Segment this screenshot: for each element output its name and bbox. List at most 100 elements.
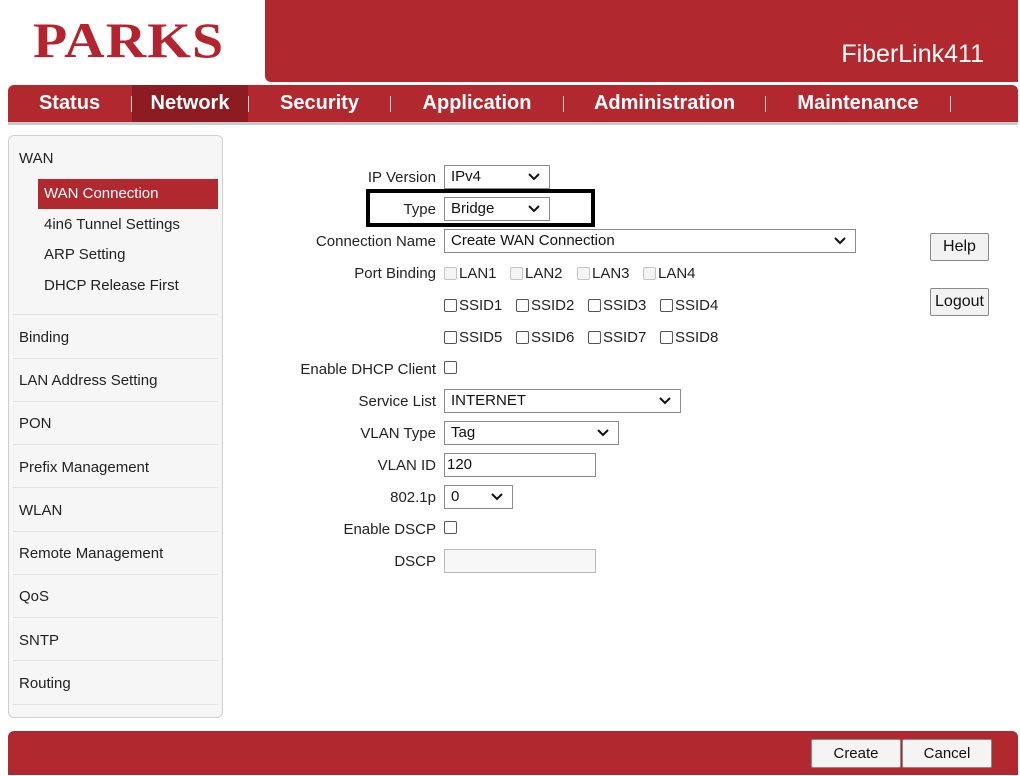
type-highlight-box	[366, 189, 595, 227]
cancel-button[interactable]: Cancel	[902, 739, 992, 768]
checkbox-box	[444, 521, 457, 534]
header-banner: FiberLink411	[265, 0, 1018, 82]
help-button[interactable]: Help	[930, 233, 989, 261]
checkbox-box	[588, 299, 601, 312]
checkbox-box	[660, 299, 673, 312]
chevron-down-icon	[834, 237, 846, 245]
sidebar-item-pon[interactable]: PON	[19, 415, 52, 432]
connection-name-select[interactable]: Create WAN Connection	[444, 229, 856, 253]
lan3-label: LAN3	[592, 265, 630, 282]
nav-separator	[950, 95, 951, 112]
tab-application[interactable]: Application	[391, 85, 563, 122]
checkbox-box	[444, 267, 457, 280]
vlan-id-label: VLAN ID	[377, 457, 436, 474]
lan3-checkbox[interactable]: LAN3	[577, 265, 630, 282]
checkbox-box	[444, 299, 457, 312]
logout-button[interactable]: Logout	[930, 288, 989, 316]
checkbox-box	[643, 267, 656, 280]
sidebar-divider	[13, 660, 218, 661]
sidebar-item-wan[interactable]: WAN	[19, 150, 53, 167]
sidebar-divider	[13, 487, 218, 488]
sidebar-divider	[13, 704, 218, 705]
connection-name-label: Connection Name	[315, 233, 436, 250]
lan1-label: LAN1	[459, 265, 497, 282]
dot1p-value: 0	[451, 488, 460, 505]
lan4-checkbox[interactable]: LAN4	[643, 265, 696, 282]
sidebar-divider	[13, 314, 218, 315]
header: PARKS FiberLink411	[0, 0, 1020, 84]
chevron-down-icon	[597, 429, 609, 437]
enable-dhcp-client-checkbox[interactable]	[444, 361, 459, 374]
ssid1-checkbox[interactable]: SSID1	[444, 297, 502, 314]
vlan-type-select[interactable]: Tag	[444, 421, 619, 445]
create-button[interactable]: Create	[811, 739, 901, 768]
enable-dscp-label: Enable DSCP	[343, 521, 436, 538]
parks-logo: PARKS	[33, 12, 225, 68]
ip-version-select[interactable]: IPv4	[444, 165, 550, 189]
ssid6-checkbox[interactable]: SSID6	[516, 329, 574, 346]
checkbox-box	[444, 361, 457, 374]
device-model: FiberLink411	[841, 40, 984, 68]
ssid5-checkbox[interactable]: SSID5	[444, 329, 502, 346]
ssid3-checkbox[interactable]: SSID3	[588, 297, 646, 314]
footer-bar: Create Cancel	[8, 731, 1018, 775]
vlan-type-label: VLAN Type	[360, 425, 436, 442]
dot1p-select[interactable]: 0	[444, 485, 513, 509]
dscp-label: DSCP	[394, 553, 436, 570]
tab-maintenance[interactable]: Maintenance	[766, 85, 950, 122]
ip-version-label: IP Version	[367, 169, 436, 186]
chevron-down-icon	[491, 493, 503, 501]
dscp-input[interactable]	[444, 549, 596, 573]
sidebar-divider	[13, 617, 218, 618]
enable-dhcp-client-label: Enable DHCP Client	[300, 361, 436, 378]
lan2-checkbox[interactable]: LAN2	[510, 265, 563, 282]
checkbox-box	[660, 331, 673, 344]
tab-status[interactable]: Status	[8, 85, 131, 122]
lan4-label: LAN4	[658, 265, 696, 282]
service-list-label: Service List	[358, 393, 436, 410]
tab-network[interactable]: Network	[132, 85, 248, 122]
ssid2-checkbox[interactable]: SSID2	[516, 297, 574, 314]
sidebar-item-routing[interactable]: Routing	[19, 675, 71, 692]
sidebar-item-qos[interactable]: QoS	[19, 588, 49, 605]
checkbox-box	[510, 267, 523, 280]
ssid7-label: SSID7	[603, 329, 647, 346]
ssid5-label: SSID5	[459, 329, 503, 346]
ssid1-label: SSID1	[459, 297, 503, 314]
sidebar-divider	[13, 574, 218, 575]
ssid4-checkbox[interactable]: SSID4	[660, 297, 718, 314]
chevron-down-icon	[659, 397, 671, 405]
dot1p-label: 802.1p	[390, 489, 436, 506]
sidebar-item-prefix-management[interactable]: Prefix Management	[19, 459, 149, 476]
ssid6-label: SSID6	[531, 329, 575, 346]
ssid7-checkbox[interactable]: SSID7	[588, 329, 646, 346]
sidebar-item-wlan[interactable]: WLAN	[19, 502, 62, 519]
ssid4-label: SSID4	[675, 297, 719, 314]
top-nav: Status Network Security Application Admi…	[8, 85, 1018, 125]
ssid2-label: SSID2	[531, 297, 575, 314]
checkbox-box	[588, 331, 601, 344]
sidebar-item-sntp[interactable]: SNTP	[19, 632, 59, 649]
vlan-id-input[interactable]: 120	[444, 453, 596, 477]
ssid3-label: SSID3	[603, 297, 647, 314]
sidebar-divider	[13, 444, 218, 445]
ssid8-checkbox[interactable]: SSID8	[660, 329, 718, 346]
logo-area: PARKS	[0, 0, 265, 84]
sidebar-divider	[13, 358, 218, 359]
tab-security[interactable]: Security	[249, 85, 390, 122]
ssid8-label: SSID8	[675, 329, 719, 346]
tab-administration[interactable]: Administration	[564, 85, 765, 122]
port-binding-label: Port Binding	[354, 265, 436, 282]
checkbox-box	[444, 331, 457, 344]
sidebar-item-lan-address[interactable]: LAN Address Setting	[19, 372, 157, 389]
lan1-checkbox[interactable]: LAN1	[444, 265, 497, 282]
sidebar-item-binding[interactable]: Binding	[19, 329, 69, 346]
enable-dscp-checkbox[interactable]	[444, 521, 459, 534]
checkbox-box	[516, 299, 529, 312]
ip-version-value: IPv4	[451, 168, 482, 185]
checkbox-box	[516, 331, 529, 344]
service-list-select[interactable]: INTERNET	[444, 389, 681, 413]
service-list-value: INTERNET	[451, 392, 526, 409]
chevron-down-icon	[528, 173, 540, 181]
sidebar-item-remote-management[interactable]: Remote Management	[19, 545, 163, 562]
